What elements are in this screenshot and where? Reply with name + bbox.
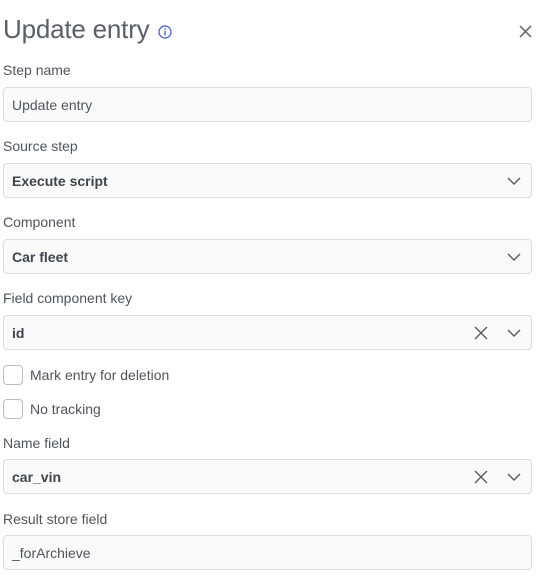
clear-icon[interactable] bbox=[473, 469, 489, 485]
source-step-select[interactable]: Execute script bbox=[3, 163, 532, 198]
field-component-key-label: Field component key bbox=[3, 290, 133, 306]
source-step-value: Execute script bbox=[12, 172, 108, 189]
name-field-value: car_vin bbox=[12, 468, 62, 485]
chevron-down-icon[interactable] bbox=[506, 173, 522, 189]
component-label: Component bbox=[3, 214, 76, 230]
result-store-field-input[interactable]: _forArchieve bbox=[3, 535, 532, 570]
clear-icon[interactable] bbox=[473, 325, 489, 341]
no-tracking-row[interactable]: No tracking bbox=[3, 399, 101, 419]
no-tracking-label: No tracking bbox=[30, 401, 101, 417]
source-step-label: Source step bbox=[3, 138, 78, 154]
result-store-field-value: _forArchieve bbox=[12, 544, 91, 561]
chevron-down-icon[interactable] bbox=[506, 249, 522, 265]
info-circle-icon[interactable] bbox=[158, 24, 173, 39]
field-component-key-value: id bbox=[12, 324, 25, 341]
update-entry-panel: Update entry Step name Update entry Sour… bbox=[0, 0, 539, 585]
component-value: Car fleet bbox=[12, 248, 69, 265]
step-name-input[interactable]: Update entry bbox=[3, 87, 532, 122]
result-store-field-label: Result store field bbox=[3, 511, 108, 527]
close-icon[interactable] bbox=[516, 22, 536, 42]
step-name-label: Step name bbox=[3, 62, 71, 78]
panel-title: Update entry bbox=[3, 14, 150, 44]
no-tracking-checkbox[interactable] bbox=[3, 399, 23, 419]
step-name-value: Update entry bbox=[12, 96, 93, 113]
name-field-label: Name field bbox=[3, 435, 70, 451]
mark-for-deletion-row[interactable]: Mark entry for deletion bbox=[3, 365, 169, 385]
field-component-key-select[interactable]: id bbox=[3, 315, 532, 350]
component-select[interactable]: Car fleet bbox=[3, 239, 532, 274]
mark-for-deletion-checkbox[interactable] bbox=[3, 365, 23, 385]
panel-header: Update entry bbox=[3, 14, 173, 45]
chevron-down-icon[interactable] bbox=[506, 325, 522, 341]
chevron-down-icon[interactable] bbox=[506, 469, 522, 485]
name-field-select[interactable]: car_vin bbox=[3, 459, 532, 494]
mark-for-deletion-label: Mark entry for deletion bbox=[30, 367, 170, 383]
